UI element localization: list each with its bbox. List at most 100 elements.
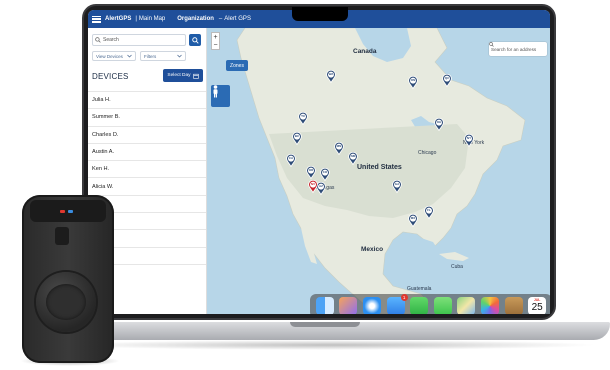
device-marker-pin-icon[interactable]: OH <box>434 118 444 131</box>
pegman-icon <box>213 85 218 98</box>
device-marker-pin-icon[interactable]: ON <box>408 76 418 89</box>
device-row[interactable]: Alicia W. <box>88 177 206 194</box>
chevron-down-icon <box>127 54 132 58</box>
device-marker-label: NM <box>350 154 356 159</box>
map-view[interactable]: Canada United States Mexico Chicago New … <box>207 28 550 314</box>
search-icon <box>95 37 101 43</box>
filters-dropdown[interactable]: Filters <box>140 51 186 61</box>
device-marker-pin-icon[interactable]: OR <box>306 166 316 179</box>
device-marker-pin-icon[interactable]: GA <box>392 180 402 193</box>
device-marker-label: NY <box>466 136 472 141</box>
device-marker-label: TX <box>301 114 305 119</box>
view-devices-label: View Devices <box>96 53 123 59</box>
search-placeholder: Search <box>103 37 119 43</box>
device-marker-label: ON <box>410 78 416 83</box>
device-marker-pin-icon[interactable]: MX <box>408 214 418 227</box>
org-name[interactable]: Alert GPS <box>224 16 251 22</box>
device-marker-pin-icon[interactable]: NM <box>348 152 358 165</box>
device-marker-pin-icon[interactable]: NY <box>464 134 474 147</box>
org-dash: – <box>218 16 223 22</box>
device-marker-pin-icon[interactable]: MN <box>334 142 344 155</box>
title-separator: | <box>135 16 137 22</box>
org-label: Organization <box>177 16 214 22</box>
device-marker-pin-icon[interactable]: CA <box>286 154 296 167</box>
laptop-base-notch <box>290 322 360 327</box>
red-led-icon <box>60 210 65 213</box>
view-devices-dropdown[interactable]: View Devices <box>92 51 136 61</box>
app-brand[interactable]: AlertGPS <box>105 16 131 22</box>
photos-icon[interactable] <box>480 297 499 314</box>
device-marker-pin-icon[interactable]: CO <box>320 168 330 181</box>
blue-led-icon <box>68 210 73 213</box>
safari-icon[interactable] <box>362 297 381 314</box>
device-marker-label: BC <box>294 134 300 139</box>
mail-icon[interactable]: 1 <box>386 294 408 314</box>
device-row[interactable]: Summer B. <box>88 108 206 125</box>
camera-notch <box>292 7 348 21</box>
map-label-guatemala: Guatemala <box>407 286 432 292</box>
device-row[interactable]: Julia H. <box>88 91 206 108</box>
device-marker-label: GA <box>394 182 400 187</box>
device-marker-label: NV <box>310 182 316 187</box>
facetime-icon[interactable] <box>410 297 429 314</box>
map-canvas[interactable] <box>207 28 550 314</box>
calendar-icon[interactable]: JUL 25 <box>528 297 547 314</box>
search-icon <box>191 36 199 44</box>
address-search-placeholder: Search for an address <box>491 46 537 52</box>
mail-badge: 1 <box>400 294 408 301</box>
page-title: Main Map <box>138 16 166 22</box>
laptop-screen: AlertGPS | Main Map Organization – Alert… <box>88 10 550 314</box>
select-day-button[interactable]: Select Day <box>163 69 203 82</box>
select-day-label: Select Day <box>167 73 191 78</box>
device-marker-pin-icon[interactable]: WA <box>326 70 336 83</box>
map-label-canada: Canada <box>353 48 377 55</box>
device-marker-label: CA <box>288 156 294 161</box>
device-row[interactable]: Ken H. <box>88 160 206 177</box>
device-marker-pin-icon[interactable]: TX <box>298 112 308 125</box>
device-marker-label: FL <box>427 208 431 213</box>
mac-dock: 1 JUL 25 <box>310 294 550 314</box>
zoom-control: + − <box>211 32 220 50</box>
address-search-input[interactable]: Search for an address <box>489 42 547 56</box>
map-label-chicago: Chicago <box>418 150 437 156</box>
menu-icon[interactable] <box>92 15 101 23</box>
messages-icon[interactable] <box>433 297 452 314</box>
device-marker-pin-icon[interactable]: FL <box>424 206 434 219</box>
device-marker-label: WA <box>328 72 334 77</box>
map-label-mexico: Mexico <box>361 246 384 253</box>
device-marker-label: CO <box>322 170 328 175</box>
calendar-icon <box>192 73 199 79</box>
filters-label: Filters <box>144 53 157 59</box>
finder-icon[interactable] <box>315 297 334 314</box>
device-marker-label: QC <box>444 76 450 81</box>
marketing-composition: AlertGPS | Main Map Organization – Alert… <box>0 0 610 370</box>
search-button[interactable] <box>189 34 201 46</box>
zones-button[interactable]: Zones <box>226 60 248 71</box>
street-view-pegman[interactable] <box>211 85 230 107</box>
launchpad-icon[interactable] <box>339 297 358 314</box>
devices-heading: DEVICES <box>92 72 129 81</box>
device-row[interactable]: Charles D. <box>88 125 206 143</box>
zoom-in-button[interactable]: + <box>213 34 217 41</box>
map-label-united-states: United States <box>357 164 402 171</box>
device-marker-label: MX <box>410 216 416 221</box>
device-marker-pin-icon[interactable]: NV <box>308 180 318 193</box>
cuba-island <box>439 252 469 261</box>
device-search-input[interactable]: Search <box>92 34 186 46</box>
tracker-side-button <box>55 227 69 245</box>
contacts-icon[interactable] <box>504 297 523 314</box>
device-marker-label: OH <box>436 120 442 125</box>
laptop-shadow <box>62 340 598 350</box>
zoom-out-button[interactable]: − <box>213 42 217 49</box>
device-marker-label: OR <box>308 168 314 173</box>
sos-button-center <box>46 284 86 320</box>
chevron-down-icon <box>177 54 182 58</box>
device-marker-pin-icon[interactable]: BC <box>292 132 302 145</box>
device-marker-pin-icon[interactable]: QC <box>442 74 452 87</box>
calendar-day: 25 <box>531 302 543 313</box>
device-row[interactable]: Austin A. <box>88 142 206 160</box>
map-label-cuba: Cuba <box>451 264 463 270</box>
maps-icon[interactable] <box>457 297 476 314</box>
device-marker-label: MN <box>336 144 342 149</box>
search-icon <box>489 42 494 47</box>
